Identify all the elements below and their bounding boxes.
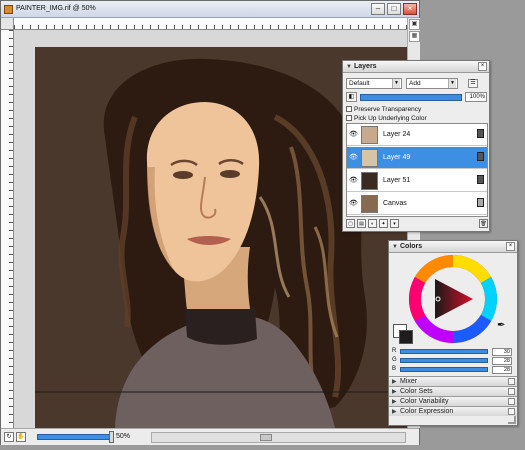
panel-close-icon[interactable]: × (478, 62, 487, 71)
resize-grip-icon[interactable] (508, 416, 516, 424)
layer-type-icon (477, 152, 484, 161)
layer-row[interactable]: 👁 Layer 51 (347, 170, 487, 192)
color-picker: ✒ R 30 G 28 B 28 (389, 254, 517, 377)
document-icon (4, 5, 13, 14)
layers-panel-header[interactable]: ▼ Layers × (343, 61, 489, 73)
layer-row[interactable]: 👁 Layer 49 (347, 147, 487, 169)
grid-icon[interactable]: ▦ (409, 31, 420, 42)
document-title: PAINTER_IMG.rif @ 50% (16, 5, 96, 12)
lock-icon[interactable] (477, 198, 484, 207)
navigator-icon[interactable]: ▣ (409, 19, 420, 30)
eye-icon[interactable]: 👁 (349, 131, 358, 138)
layer-thumbnail (361, 149, 378, 167)
layer-commands-bar: ▢ ▤ ◐ ✦ ▾ 🗑 (346, 219, 488, 230)
layers-panel: ▼ Layers × Default ▼ Add ▼ ☰ ◧ 100% Preser… (342, 60, 490, 232)
panel-close-icon (508, 398, 515, 405)
horizontal-scroll-thumb[interactable] (260, 434, 272, 441)
document-titlebar[interactable]: PAINTER_IMG.rif @ 50% – □ × (1, 1, 419, 18)
red-slider-row[interactable]: R 30 (392, 348, 514, 356)
ruler-origin[interactable] (1, 18, 14, 30)
dropper-icon[interactable]: ✒ (497, 320, 505, 331)
layer-type-icon (477, 175, 484, 184)
horizontal-scrollbar[interactable] (151, 432, 406, 443)
mask-icon[interactable]: ◐ (368, 219, 377, 228)
chevron-down-icon: ▼ (392, 79, 400, 88)
layer-row[interactable]: 👁 Canvas (347, 193, 487, 215)
rotate-icon[interactable]: ↻ (4, 432, 14, 442)
collapse-triangle-icon[interactable]: ▼ (392, 244, 398, 250)
red-value: 30 (492, 348, 512, 356)
eye-icon[interactable]: 👁 (349, 177, 358, 184)
composite-depth-select[interactable]: Add ▼ (406, 78, 458, 89)
maximize-button[interactable]: □ (387, 3, 401, 15)
dynamic-plugin-icon[interactable]: ✦ (379, 219, 388, 228)
close-button[interactable]: × (403, 3, 417, 15)
opacity-slider[interactable] (360, 94, 462, 101)
color-expression-panel-header[interactable]: ▶ Color Expression (389, 406, 517, 416)
panel-close-icon[interactable]: × (506, 242, 515, 251)
blue-value: 28 (492, 366, 512, 374)
expand-triangle-icon: ▶ (392, 379, 397, 385)
hand-icon[interactable]: ✋ (16, 432, 26, 442)
panel-close-icon (508, 408, 515, 415)
panel-close-icon (508, 388, 515, 395)
preserve-transparency-checkbox[interactable]: Preserve Transparency (346, 105, 421, 114)
color-sets-panel-header[interactable]: ▶ Color Sets (389, 386, 517, 396)
chevron-down-icon: ▼ (448, 79, 456, 88)
layer-name: Layer 24 (383, 131, 411, 138)
layer-thumbnail (361, 195, 378, 213)
mixer-panel-header[interactable]: ▶ Mixer (389, 376, 517, 386)
layer-list: 👁 Layer 24 👁 Layer 49 👁 Layer 51 👁 Canva… (346, 123, 488, 217)
green-slider-row[interactable]: G 28 (392, 357, 514, 365)
layer-row[interactable]: 👁 Layer 24 (347, 124, 487, 146)
zoom-slider-thumb[interactable] (109, 431, 114, 443)
panel-close-icon (508, 378, 515, 385)
group-icon[interactable]: ▤ (357, 219, 366, 228)
horizontal-ruler[interactable] (14, 18, 407, 30)
expand-triangle-icon: ▶ (392, 409, 397, 415)
layer-type-icon (477, 129, 484, 138)
layer-menu-icon[interactable]: ▾ (390, 219, 399, 228)
red-slider (400, 349, 488, 354)
composite-method-select[interactable]: Default ▼ (346, 78, 402, 89)
eye-icon[interactable]: 👁 (349, 200, 358, 207)
blue-slider-row[interactable]: B 28 (392, 366, 514, 374)
layer-name: Layer 49 (383, 154, 411, 161)
pick-up-underlying-color-checkbox[interactable]: Pick Up Underlying Color (346, 114, 427, 123)
colors-panel: ▼ Colors × ✒ R 30 G 28 B 28 ▶ Mixer ▶ Co… (388, 240, 518, 426)
layer-name: Layer 51 (383, 177, 411, 184)
status-bar: ↻ ✋ 50% (1, 428, 419, 445)
vertical-ruler[interactable] (1, 30, 14, 428)
eye-icon[interactable]: 👁 (349, 154, 358, 161)
layer-thumbnail (361, 126, 378, 144)
zoom-level: 50% (116, 433, 131, 440)
colors-panel-header[interactable]: ▼ Colors × (389, 241, 517, 253)
zoom-slider[interactable] (37, 434, 111, 440)
main-color-swatch[interactable] (399, 330, 413, 344)
green-slider (400, 358, 488, 363)
layer-options-icon[interactable]: ☰ (468, 79, 478, 88)
new-layer-icon[interactable]: ▢ (346, 219, 355, 228)
expand-triangle-icon: ▶ (392, 389, 397, 395)
opacity-icon: ◧ (346, 92, 357, 102)
collapse-triangle-icon[interactable]: ▼ (346, 64, 352, 70)
layer-thumbnail (361, 172, 378, 190)
layer-name: Canvas (383, 200, 407, 207)
layers-panel-title: Layers (354, 63, 377, 70)
opacity-value[interactable]: 100% (465, 92, 487, 102)
color-variability-panel-header[interactable]: ▶ Color Variability (389, 396, 517, 406)
expand-triangle-icon: ▶ (392, 399, 397, 405)
minimize-button[interactable]: – (371, 3, 385, 15)
blue-slider (400, 367, 488, 372)
trash-icon[interactable]: 🗑 (479, 219, 488, 228)
green-value: 28 (492, 357, 512, 365)
colors-panel-title: Colors (400, 243, 423, 250)
